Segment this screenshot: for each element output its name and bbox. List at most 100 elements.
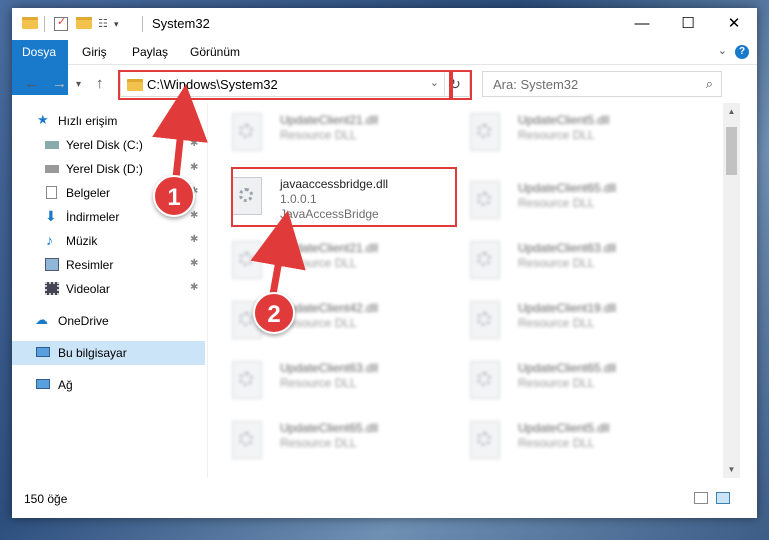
file-item[interactable]: UpdateClient5.dll Resource DLL [446,413,676,468]
chevron-down-icon[interactable]: ⌄ [430,76,439,89]
large-icons-view-icon[interactable] [716,492,730,504]
network-icon [36,379,50,389]
sidebar-item-label: Müzik [66,234,98,248]
file-item[interactable]: UpdateClient21.dll Resource DLL [208,105,438,160]
file-type: Resource DLL [280,128,357,142]
vertical-scrollbar[interactable]: ▲ ▼ [723,103,740,478]
sidebar-item-local-disk-c[interactable]: Yerel Disk (C:) ✱ [12,133,205,157]
file-type: Resource DLL [518,196,595,210]
minimize-button[interactable]: — [619,8,665,40]
file-list: UpdateClient21.dll Resource DLL javaacce… [208,103,723,478]
maximize-button[interactable]: ☐ [665,8,711,40]
file-item-highlighted[interactable]: javaaccessbridge.dll 1.0.0.1 JavaAccessB… [208,169,438,224]
file-type: Resource DLL [280,436,357,450]
sidebar-item-label: İndirmeler [66,210,120,224]
file-item[interactable]: UpdateClient21.dll Resource DLL [208,233,438,288]
file-description: JavaAccessBridge [280,207,379,221]
sidebar-item-quick-access[interactable]: ★ Hızlı erişim [12,109,205,133]
item-count: 150 öğe [24,492,68,506]
customize-toolbar-icon[interactable]: ☷ [98,17,112,31]
chevron-down-icon[interactable]: ▾ [114,17,119,31]
scroll-thumb[interactable] [726,127,737,175]
sidebar-item-label: Yerel Disk (C:) [66,138,143,152]
file-name: UpdateClient5.dll [518,113,610,127]
download-arrow-icon: ⬇ [45,208,57,224]
document-icon [46,186,57,199]
dll-file-icon [470,361,500,399]
explorer-window: ✓ ☷ ▾ System32 — ☐ ✕ Dosya Giriş Paylaş … [12,8,757,518]
sidebar-item-label: Bu bilgisayar [58,346,127,360]
file-item[interactable]: UpdateClient5.dll Resource DLL [446,105,676,160]
file-item[interactable]: UpdateClient63.dll Resource DLL [446,233,676,288]
refresh-button[interactable]: ↻ [444,73,465,95]
dll-file-icon [232,241,262,279]
file-item[interactable]: UpdateClient65.dll Resource DLL [446,353,676,408]
sidebar-item-this-pc[interactable]: Bu bilgisayar [12,341,205,365]
forward-button[interactable]: → [52,75,67,92]
recent-locations-icon[interactable]: ▾ [76,79,81,90]
new-folder-icon[interactable] [76,17,92,29]
navigation-bar: ← → ▾ ↑ C:\Windows\System32 ⌄ ↻ Ara: Sys… [12,65,757,103]
sidebar-item-label: Belgeler [66,186,111,200]
file-name: UpdateClient21.dll [280,241,379,255]
up-button[interactable]: ↑ [96,75,104,92]
file-type: Resource DLL [518,376,595,390]
file-item[interactable]: UpdateClient19.dll Resource DLL [446,293,676,348]
sidebar-item-label: Yerel Disk (D:) [66,162,143,176]
scroll-up-icon[interactable]: ▲ [723,103,740,120]
file-name: UpdateClient65.dll [518,361,617,375]
file-type: Resource DLL [518,256,595,270]
pin-icon: ✱ [190,162,199,173]
sidebar-item-pictures[interactable]: Resimler ✱ [12,253,205,277]
dll-file-icon [232,421,262,459]
pin-icon: ✱ [190,258,199,269]
file-item[interactable]: UpdateClient65.dll Resource DLL [446,173,676,228]
sidebar-item-videos[interactable]: Videolar ✱ [12,277,205,301]
file-name: UpdateClient5.dll [518,421,610,435]
address-bar[interactable]: C:\Windows\System32 ⌄ ↻ [120,71,470,97]
tab-home[interactable]: Giriş [72,40,117,64]
file-name: UpdateClient63.dll [280,361,379,375]
divider [44,16,45,32]
step-badge-1: 1 [153,175,195,217]
sidebar-item-label: Videolar [66,282,110,296]
picture-icon [45,258,59,271]
search-input[interactable]: Ara: System32 [493,77,578,92]
sidebar-item-label: Ağ [58,378,73,392]
sidebar-item-label: Resimler [66,258,114,272]
address-path[interactable]: C:\Windows\System32 [147,77,278,92]
file-name: UpdateClient19.dll [518,301,617,315]
help-icon[interactable]: ? [735,45,749,59]
tab-view[interactable]: Görünüm [180,40,250,64]
sidebar-item-label: Hızlı erişim [58,114,118,128]
properties-icon[interactable]: ✓ [54,16,68,31]
window-title: System32 [152,16,210,31]
file-item[interactable]: UpdateClient65.dll Resource DLL [208,413,438,468]
back-button[interactable]: ← [24,75,39,92]
expand-ribbon-icon[interactable]: ⌄ [718,44,727,57]
sidebar-item-onedrive[interactable]: ☁ OneDrive [12,309,205,333]
sidebar-item-music[interactable]: ♪ Müzik ✱ [12,229,205,253]
dll-file-icon [470,241,500,279]
search-box[interactable]: Ara: System32 ⌕ [482,71,722,97]
tab-share[interactable]: Paylaş [122,40,178,64]
dll-file-icon [232,113,262,151]
details-view-icon[interactable] [694,492,708,504]
dll-file-icon [470,421,500,459]
file-name: UpdateClient65.dll [280,421,379,435]
file-item[interactable]: UpdateClient42.dll Resource DLL [208,293,438,348]
pin-icon: ✱ [190,210,199,221]
scroll-down-icon[interactable]: ▼ [723,461,740,478]
folder-icon [127,79,143,91]
folder-icon [22,17,38,29]
file-version: 1.0.0.1 [280,192,317,206]
close-button[interactable]: ✕ [711,8,757,40]
file-name: UpdateClient63.dll [518,241,617,255]
sidebar-item-label: OneDrive [58,314,109,328]
sidebar-item-network[interactable]: Ağ [12,373,205,397]
pin-icon: ✱ [190,282,199,293]
status-bar: 150 öğe [12,483,757,518]
file-type: Resource DLL [518,436,595,450]
file-item[interactable]: UpdateClient63.dll Resource DLL [208,353,438,408]
dll-file-icon [470,181,500,219]
